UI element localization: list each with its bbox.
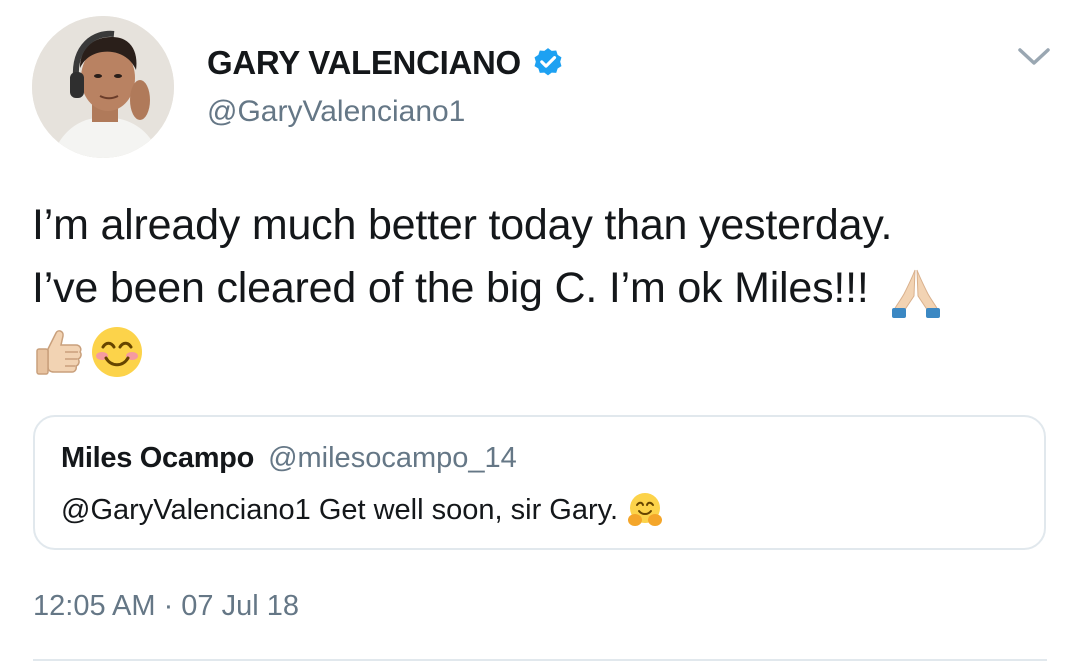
smiling-face-emoji	[90, 325, 144, 379]
chevron-down-icon[interactable]	[1016, 42, 1052, 70]
thumbs-up-emoji	[32, 325, 86, 379]
tweet-timestamp[interactable]: 12:05 AM · 07 Jul 18	[33, 590, 299, 623]
quoted-tweet-author-name[interactable]: Miles Ocampo	[61, 442, 254, 474]
author-handle[interactable]: @GaryValenciano1	[207, 95, 465, 129]
quoted-tweet[interactable]: Miles Ocampo @milesocampo_14 @GaryValenc…	[33, 415, 1046, 550]
quoted-tweet-header: Miles Ocampo @milesocampo_14	[61, 442, 517, 475]
divider	[33, 659, 1047, 661]
tweet-text-line-2: I’ve been cleared of the big C. I’m ok M…	[32, 257, 1042, 320]
author-name[interactable]: GARY VALENCIANO	[207, 44, 565, 82]
tweet-card: GARY VALENCIANO @GaryValenciano1 I’m alr…	[0, 0, 1080, 667]
hugging-face-emoji	[626, 491, 664, 529]
author-name-text[interactable]: GARY VALENCIANO	[207, 44, 521, 82]
tweet-text-line-1: I’m already much better today than yeste…	[32, 201, 893, 249]
quoted-tweet-text: @GaryValenciano1 Get well soon, sir Gary…	[61, 493, 619, 526]
tweet-text-line-2-text: I’ve been cleared of the big C. I’m ok M…	[32, 264, 869, 312]
quoted-tweet-body: @GaryValenciano1 Get well soon, sir Gary…	[61, 491, 664, 529]
avatar[interactable]	[32, 16, 174, 158]
folded-hands-emoji	[888, 264, 944, 318]
tweet-text: I’m already much better today than yeste…	[32, 194, 1042, 383]
quoted-tweet-author-handle[interactable]: @milesocampo_14	[268, 442, 517, 474]
verified-badge-icon	[531, 46, 565, 80]
tweet-text-line-3	[32, 320, 1042, 383]
